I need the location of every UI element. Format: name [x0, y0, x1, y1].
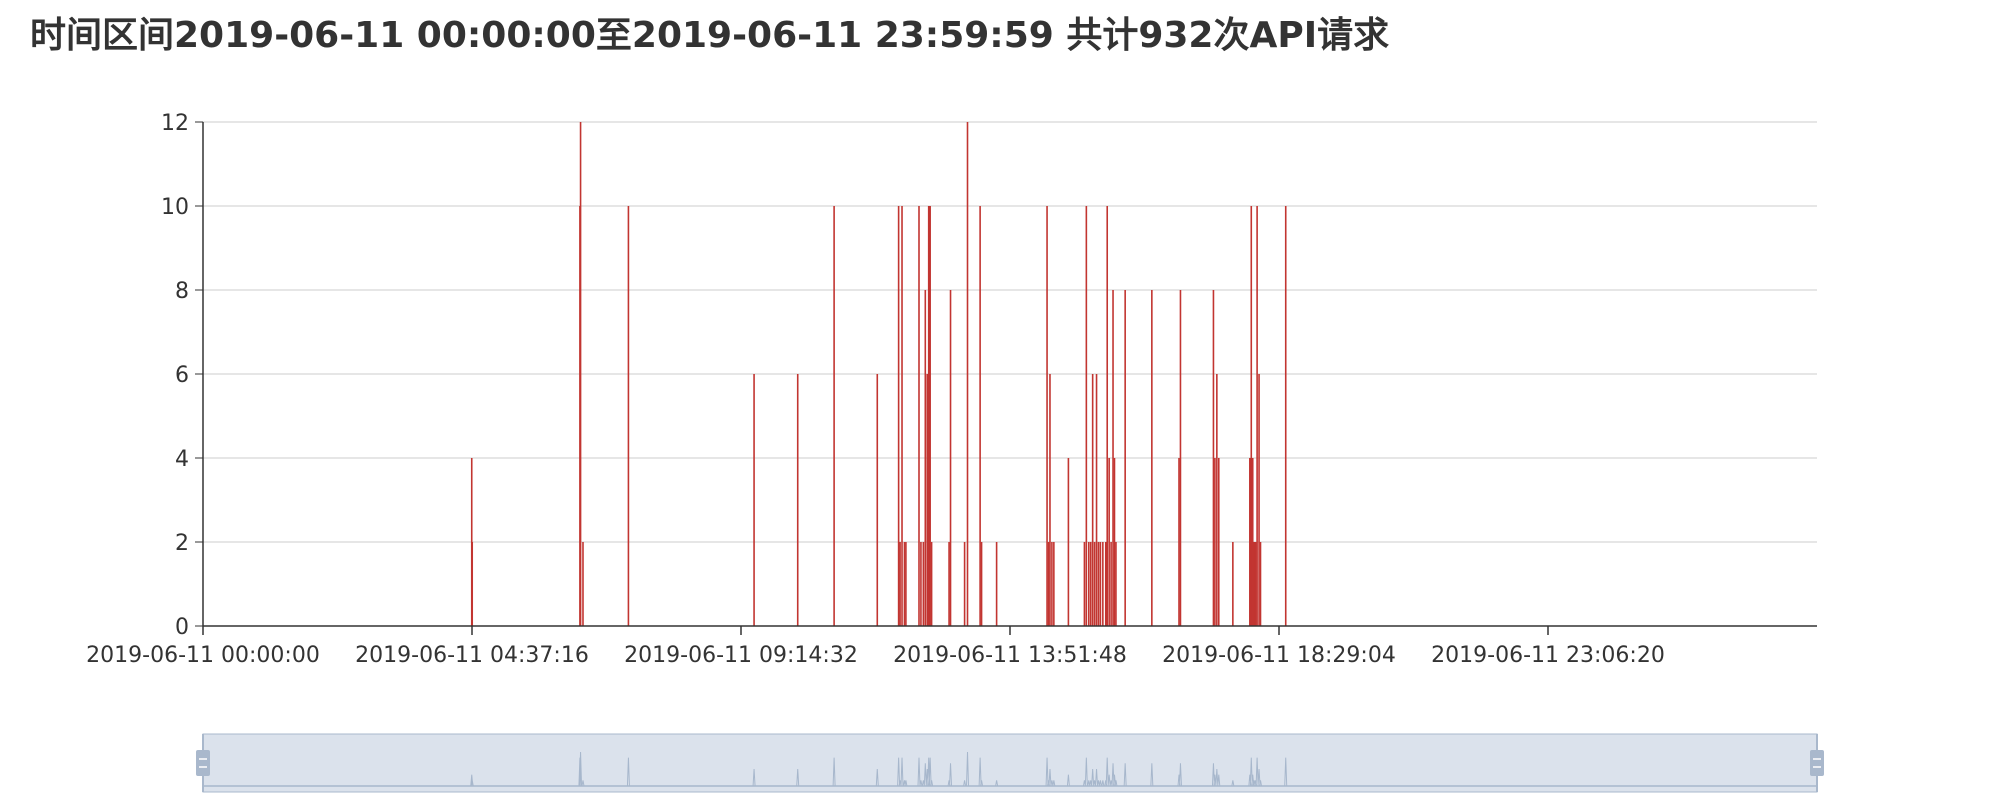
zoom-handle-grip [196, 750, 210, 776]
x-tick-label: 2019-06-11 09:14:32 [624, 643, 858, 668]
x-tick-label: 2019-06-11 23:06:20 [1431, 643, 1665, 668]
y-tick-label: 2 [175, 531, 189, 556]
zoom-window[interactable] [202, 733, 1818, 793]
x-tick-label: 2019-06-11 13:51:48 [893, 643, 1127, 668]
x-axis: 2019-06-11 00:00:00 2019-06-11 04:37:16 20… [86, 625, 1817, 668]
data-zoom-slider[interactable] [196, 733, 1824, 793]
x-tick-label: 2019-06-11 18:29:04 [1162, 643, 1396, 668]
zoom-handle-grip [1810, 750, 1824, 776]
y-tick-label: 0 [175, 615, 189, 640]
y-tick-label: 4 [175, 447, 189, 472]
x-tick-label: 2019-06-11 04:37:16 [355, 643, 589, 668]
y-tick-label: 12 [161, 111, 189, 136]
y-tick-label: 6 [175, 363, 189, 388]
chart: 024681012 2019-06-11 00:00:00 2019-06-11 … [86, 111, 1824, 793]
y-axis: 0 2 4 6 8 10 12 [161, 111, 204, 640]
y-tick-label: 10 [161, 195, 189, 220]
x-tick-label: 2019-06-11 00:00:00 [86, 643, 320, 668]
y-tick-label: 8 [175, 279, 189, 304]
gridlines [203, 121, 1817, 543]
